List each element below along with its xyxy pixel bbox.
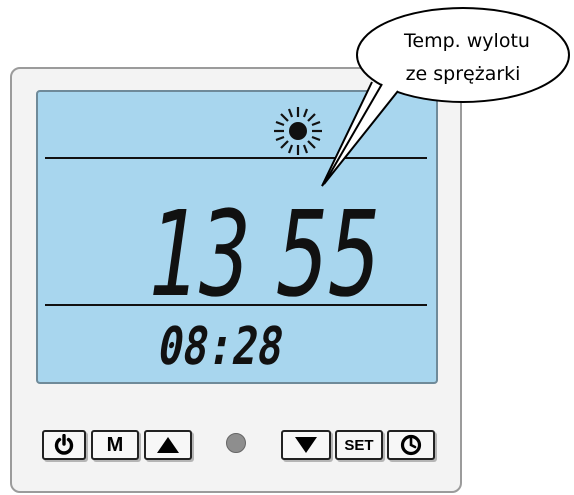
down-arrow-icon — [295, 437, 317, 453]
main-display-left: 13 — [140, 195, 250, 305]
power-button[interactable] — [42, 430, 86, 460]
power-icon — [54, 434, 74, 455]
clock-display: 08:28 — [154, 318, 289, 372]
callout-bubble: Temp. wylotu ze sprężarki — [321, 7, 570, 187]
callout-line1: Temp. wylotu — [403, 30, 530, 52]
clock-button[interactable] — [387, 430, 435, 460]
set-button-label: SET — [344, 436, 374, 454]
mode-button-label: M — [106, 433, 124, 456]
main-display-right: 55 — [268, 195, 382, 305]
clock-icon — [400, 434, 422, 456]
svg-text:13: 13 — [140, 195, 250, 305]
svg-text:55: 55 — [268, 195, 382, 305]
svg-text:08:28: 08:28 — [154, 318, 289, 372]
mode-button[interactable]: M — [91, 430, 139, 460]
set-button[interactable]: SET — [335, 430, 383, 460]
down-button[interactable] — [281, 430, 331, 460]
status-led — [226, 433, 246, 453]
up-arrow-icon — [157, 437, 179, 453]
up-button[interactable] — [144, 430, 192, 460]
callout-line2: ze sprężarki — [406, 63, 521, 85]
